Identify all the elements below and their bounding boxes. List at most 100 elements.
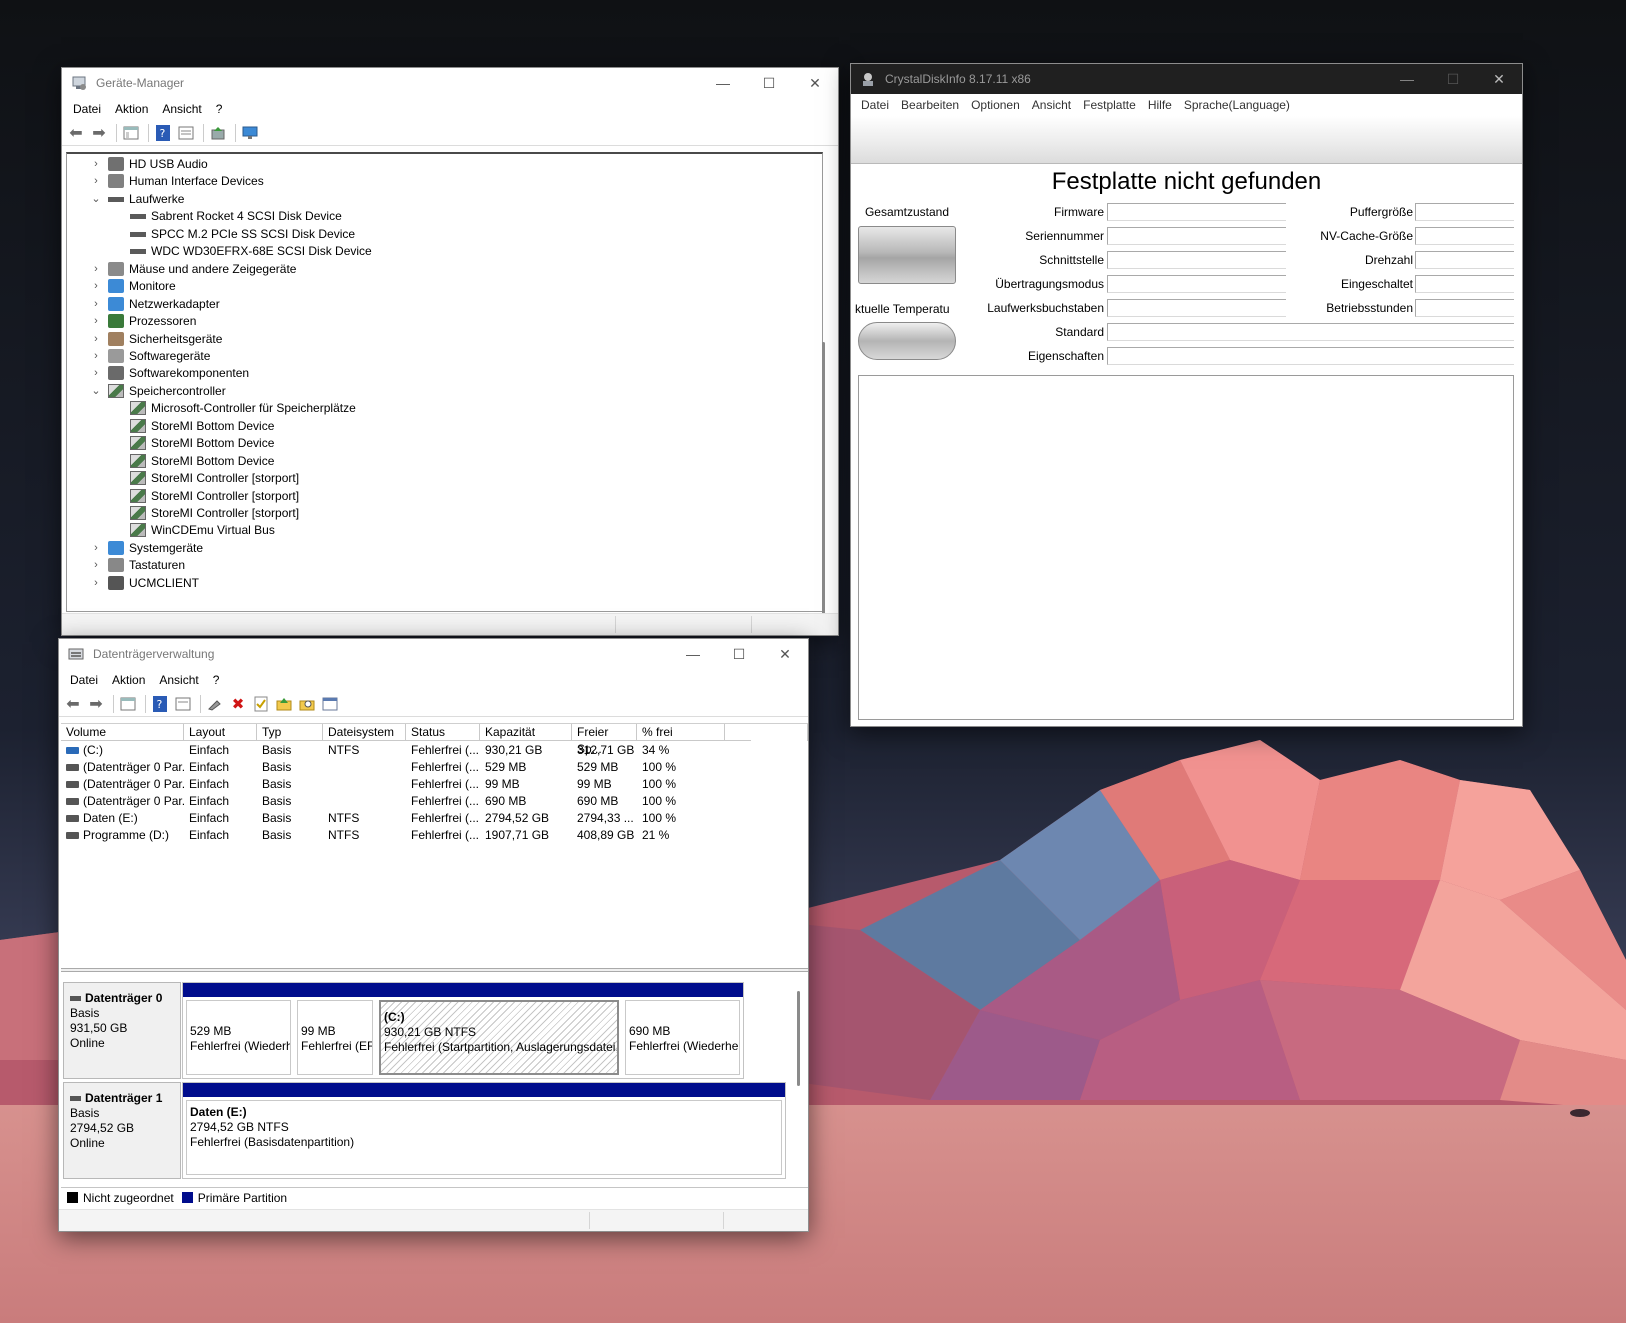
tree-item[interactable]: ⌄ Speichercontroller [89, 382, 226, 400]
partition[interactable]: 529 MB Fehlerfrei (Wiederh [183, 983, 294, 1078]
back-button[interactable]: ⬅ [66, 123, 86, 143]
forward-button[interactable]: ➡ [89, 123, 109, 143]
table-row[interactable]: Programme (D:) Einfach Basis NTFS Fehlerfrei… [61, 827, 751, 844]
column-header[interactable]: % frei [637, 724, 725, 741]
show-hide-tree-button[interactable] [118, 694, 138, 714]
menu-festplatte[interactable]: Festplatte [1077, 94, 1142, 116]
tree-item[interactable]: › Mäuse und andere Zeigegeräte [89, 260, 296, 278]
partition-c[interactable]: (C:) 930,21 GB NTFS Fehlerfrei (Startpar… [376, 983, 622, 1078]
help-button[interactable]: ? [150, 694, 170, 714]
tree-item[interactable]: StoreMI Bottom Device [111, 434, 274, 452]
temperature-indicator[interactable] [858, 322, 956, 360]
disk-management-titlebar[interactable]: Datenträgerverwaltung — ☐ ✕ [59, 639, 808, 669]
close-button[interactable]: ✕ [762, 639, 808, 669]
tree-item[interactable]: StoreMI Bottom Device [111, 452, 274, 470]
tree-item[interactable]: WinCDEmu Virtual Bus [111, 521, 275, 539]
table-row[interactable]: (Datenträger 0 Par... Einfach Basis Fehlerf… [61, 793, 751, 810]
column-header[interactable]: Typ [257, 724, 323, 741]
close-button[interactable]: ✕ [792, 68, 838, 98]
tree-item[interactable]: › Softwarekomponenten [89, 364, 249, 382]
minimize-button[interactable]: — [700, 68, 746, 98]
tree-item[interactable]: StoreMI Controller [storport] [111, 487, 299, 505]
connect-button[interactable] [205, 694, 225, 714]
column-header[interactable]: Freier Sp... [572, 724, 637, 756]
table-row[interactable]: (Datenträger 0 Par... Einfach Basis Fehlerf… [61, 759, 751, 776]
tree-item[interactable]: › Prozessoren [89, 312, 196, 330]
menu-help[interactable]: ? [206, 669, 227, 691]
check-button[interactable] [251, 694, 271, 714]
menu-datei[interactable]: Datei [66, 98, 108, 120]
device-tree[interactable]: › HD USB Audio › Human Interface Devices ⌄ La… [66, 152, 823, 612]
disk-pane-scrollbar[interactable] [797, 991, 800, 1086]
forward-button[interactable]: ➡ [86, 694, 106, 714]
scrollbar-thumb[interactable] [822, 342, 825, 632]
menu-ansicht[interactable]: Ansicht [1026, 94, 1077, 116]
menu-help[interactable]: ? [209, 98, 230, 120]
chevron-right-icon[interactable]: › [89, 298, 103, 310]
properties-button[interactable] [176, 123, 196, 143]
chevron-down-icon[interactable]: ⌄ [89, 192, 103, 205]
chevron-right-icon[interactable]: › [89, 175, 103, 187]
scan-hardware-button[interactable] [240, 123, 260, 143]
table-row[interactable]: (Datenträger 0 Par... Einfach Basis Fehlerf… [61, 776, 751, 793]
tree-item[interactable]: › Tastaturen [89, 556, 185, 574]
properties-button[interactable] [173, 694, 193, 714]
tree-item[interactable]: › Monitore [89, 277, 176, 295]
menu-aktion[interactable]: Aktion [108, 98, 155, 120]
table-row[interactable]: (C:) Einfach Basis NTFS Fehlerfrei (... 930,2… [61, 742, 751, 759]
menu-hilfe[interactable]: Hilfe [1142, 94, 1178, 116]
chevron-right-icon[interactable]: › [89, 350, 103, 362]
pane-splitter[interactable] [61, 968, 808, 972]
minimize-button[interactable]: — [1384, 64, 1430, 94]
menu-sprache[interactable]: Sprache(Language) [1178, 94, 1296, 116]
chevron-right-icon[interactable]: › [89, 559, 103, 571]
chevron-right-icon[interactable]: › [89, 367, 103, 379]
table-row[interactable]: Daten (E:) Einfach Basis NTFS Fehlerfrei (..… [61, 810, 751, 827]
partition-e[interactable]: Daten (E:) 2794,52 GB NTFS Fehlerfrei (B… [183, 1083, 785, 1178]
menu-datei[interactable]: Datei [63, 669, 105, 691]
help-button[interactable]: ? [153, 123, 173, 143]
chevron-right-icon[interactable]: › [89, 280, 103, 292]
tree-item[interactable]: › Human Interface Devices [89, 172, 264, 190]
menu-datei[interactable]: Datei [855, 94, 895, 116]
tree-item[interactable]: StoreMI Controller [storport] [111, 469, 299, 487]
delete-button[interactable]: ✖ [228, 694, 248, 714]
chevron-down-icon[interactable]: ⌄ [89, 384, 103, 397]
tree-item[interactable]: › Systemgeräte [89, 539, 203, 557]
column-header[interactable]: Layout [184, 724, 257, 741]
chevron-right-icon[interactable]: › [89, 542, 103, 554]
health-status-indicator[interactable] [858, 226, 956, 284]
tree-item[interactable]: StoreMI Bottom Device [111, 417, 274, 435]
column-header[interactable]: Dateisystem [323, 724, 406, 741]
tree-item[interactable]: › Sicherheitsgeräte [89, 330, 222, 348]
console-button[interactable] [320, 694, 340, 714]
column-header[interactable]: Status [406, 724, 480, 741]
tree-item[interactable]: SPCC M.2 PCIe SS SCSI Disk Device [111, 225, 355, 243]
show-hide-tree-button[interactable] [121, 123, 141, 143]
device-manager-titlebar[interactable]: Geräte-Manager — ☐ ✕ [62, 68, 838, 98]
menu-bearbeiten[interactable]: Bearbeiten [895, 94, 965, 116]
chevron-right-icon[interactable]: › [89, 577, 103, 589]
tree-item[interactable]: › HD USB Audio [89, 155, 208, 173]
menu-ansicht[interactable]: Ansicht [152, 669, 205, 691]
tree-item[interactable]: › UCMCLIENT [89, 574, 199, 592]
disk-0-label[interactable]: Datenträger 0 Basis 931,50 GB Online [63, 982, 181, 1079]
column-header[interactable]: Volume [61, 724, 184, 741]
volume-table[interactable]: Volume Layout Typ Dateisystem Status Kapazitä… [61, 723, 808, 963]
tree-item[interactable]: Sabrent Rocket 4 SCSI Disk Device [111, 207, 342, 225]
back-button[interactable]: ⬅ [63, 694, 83, 714]
close-button[interactable]: ✕ [1476, 64, 1522, 94]
tree-item[interactable]: ⌄ Laufwerke [89, 190, 184, 208]
device-tree-scrollbar[interactable] [822, 152, 826, 632]
tree-item[interactable]: Microsoft-Controller für Speicherplätze [111, 399, 356, 417]
menu-ansicht[interactable]: Ansicht [155, 98, 208, 120]
search-button[interactable] [297, 694, 317, 714]
chevron-right-icon[interactable]: › [89, 333, 103, 345]
partition[interactable]: 690 MB Fehlerfrei (Wiederhe [622, 983, 743, 1078]
tree-item[interactable]: › Softwaregeräte [89, 347, 210, 365]
update-driver-button[interactable] [208, 123, 228, 143]
chevron-right-icon[interactable]: › [89, 158, 103, 170]
up-button[interactable] [274, 694, 294, 714]
menu-aktion[interactable]: Aktion [105, 669, 152, 691]
minimize-button[interactable]: — [670, 639, 716, 669]
